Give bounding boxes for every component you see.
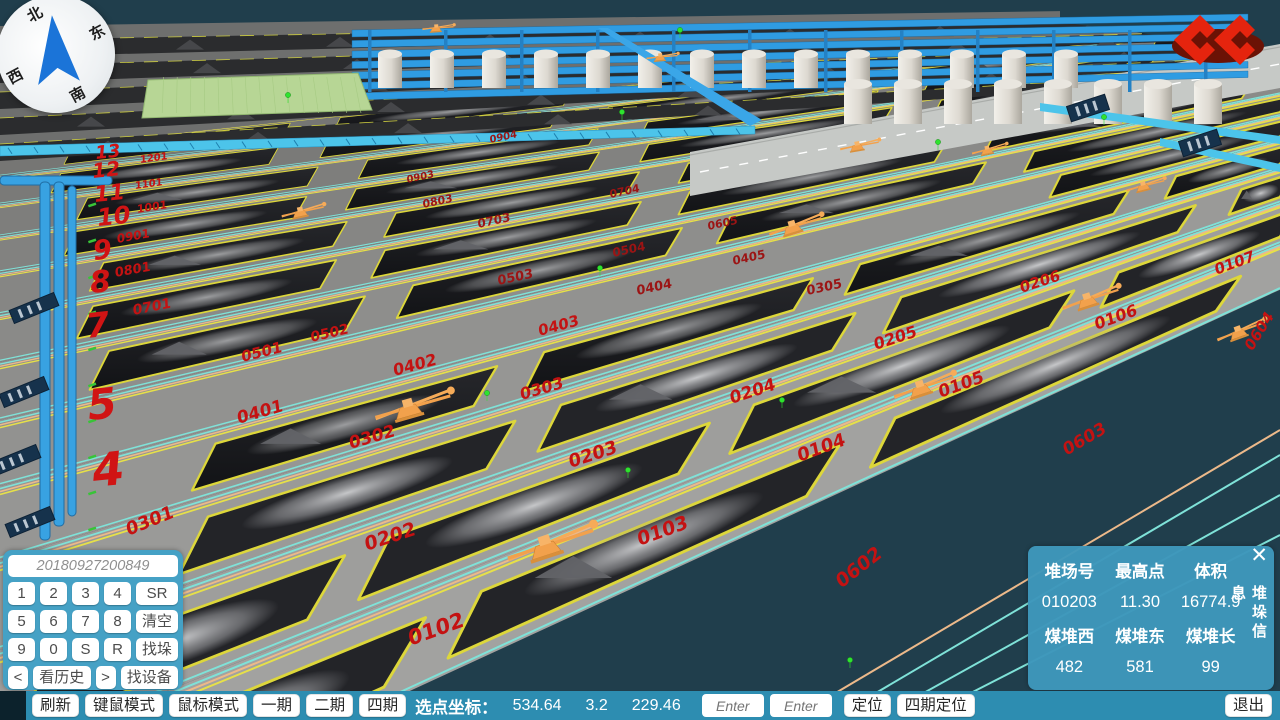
keypad-button-key-s[interactable]: S (72, 638, 99, 661)
close-icon[interactable]: ✕ (1250, 544, 1268, 568)
info-value: 581 (1126, 658, 1154, 677)
silo (894, 84, 922, 124)
silo (378, 54, 402, 88)
bottom-toolbar: 刷新键鼠模式鼠标模式一期二期四期 选点坐标： 534.64 3.2 229.46… (0, 691, 1280, 720)
info-header: 煤堆东 (1115, 623, 1165, 647)
keypad-button-history-prev-button[interactable]: < (8, 666, 28, 689)
pile-label-0602[interactable]: 0602 (832, 541, 885, 594)
green-field (142, 73, 372, 118)
status-dot (847, 657, 852, 662)
keypad-button-key-7[interactable]: 7 (72, 610, 99, 633)
compass-arrow-icon (0, 0, 121, 119)
coord-y-value: 3.2 (586, 697, 608, 715)
pile-info-side-label: 堆垛信息 (1227, 585, 1269, 657)
status-dot (677, 27, 682, 32)
pile-info-grid: 堆场号最高点体积01020311.3016774.9煤堆西煤堆东煤堆长48258… (1034, 554, 1246, 684)
exit-button[interactable]: 退出 (1225, 694, 1272, 717)
keypad-button-history-next-button[interactable]: > (96, 666, 116, 689)
status-dot (1101, 114, 1106, 119)
info-header: 煤堆西 (1045, 623, 1095, 647)
pile-info-panel: ✕ 堆场号最高点体积01020311.3016774.9煤堆西煤堆东煤堆长482… (1028, 546, 1274, 690)
keypad-button-key-6[interactable]: 6 (40, 610, 67, 633)
silo (742, 54, 766, 88)
company-logo (1168, 8, 1268, 74)
keypad-button-key-8[interactable]: 8 (104, 610, 131, 633)
coal-yard-monitoring-app: 0904090308030703050305040704060504040405… (0, 0, 1280, 720)
row-number-8: 8 (88, 264, 112, 301)
status-dot (597, 265, 602, 270)
status-dot (625, 467, 630, 472)
info-header: 体积 (1194, 558, 1227, 582)
keypad-button-clear-button[interactable]: 清空 (136, 610, 178, 633)
silo (586, 54, 610, 88)
selected-point-coords-label: 选点坐标： (415, 694, 498, 718)
pile-label-0604[interactable]: 0604 (1241, 308, 1277, 355)
keypad-button-key-9[interactable]: 9 (8, 638, 35, 661)
row-number-12: 12 (91, 156, 121, 183)
info-header: 堆场号 (1045, 558, 1095, 582)
status-dot (484, 390, 489, 395)
row-number-9: 9 (91, 234, 113, 267)
toolbar-locate-buttons: 定位四期定位 (844, 694, 975, 717)
pile-label-0603[interactable]: 0603 (1060, 418, 1109, 460)
silo (1194, 84, 1222, 124)
coord-input-2[interactable] (770, 694, 832, 717)
silo (794, 54, 818, 88)
keypad-button-key-r[interactable]: R (104, 638, 131, 661)
keypad-button-key-4[interactable]: 4 (104, 582, 131, 605)
status-dot (935, 139, 940, 144)
info-value: 482 (1056, 658, 1084, 677)
keypad-button-key-sr[interactable]: SR (136, 582, 178, 605)
keypad-button-find-device-button[interactable]: 找设备 (121, 666, 179, 689)
keypad-button-key-3[interactable]: 3 (72, 582, 99, 605)
row-number-4: 4 (89, 441, 127, 498)
locate-button[interactable]: 定位 (844, 694, 891, 717)
silo (482, 54, 506, 88)
status-dot (619, 109, 624, 114)
silo (430, 54, 454, 88)
info-value: 99 (1201, 658, 1219, 677)
coord-entry-inputs (696, 694, 832, 717)
info-header: 最高点 (1115, 558, 1165, 582)
history-timestamp-input[interactable] (8, 555, 178, 577)
keypad-button-key-0[interactable]: 0 (40, 638, 67, 661)
keypad-button-key-1[interactable]: 1 (8, 582, 35, 605)
silo (844, 84, 872, 124)
status-dot (285, 92, 290, 97)
silo (994, 84, 1022, 124)
row-number-7: 7 (84, 305, 112, 347)
keypad-button-key-5[interactable]: 5 (8, 610, 35, 633)
silo (1044, 84, 1072, 124)
info-value: 11.30 (1120, 593, 1160, 612)
refresh-button[interactable]: 刷新 (32, 694, 79, 717)
pile-search-keypad-panel: 1234SR5678清空90SR找垛<看历史>找设备 (3, 550, 183, 690)
keypad-button-find-pile-button[interactable]: 找垛 (136, 638, 178, 661)
mouse-mode-button[interactable]: 鼠标模式 (169, 694, 247, 717)
phase-4-button[interactable]: 四期 (359, 694, 406, 717)
coord-x-value: 534.64 (513, 697, 562, 715)
status-dot (779, 397, 784, 402)
phase-1-button[interactable]: 一期 (253, 694, 300, 717)
row-number-5: 5 (85, 378, 119, 430)
keyboard-mouse-mode-button[interactable]: 键鼠模式 (85, 694, 163, 717)
keypad-buttons: 1234SR5678清空90SR找垛<看历史>找设备 (8, 582, 178, 689)
info-value: 010203 (1042, 593, 1097, 612)
silo (534, 54, 558, 88)
silo (944, 84, 972, 124)
keypad-button-view-history-button[interactable]: 看历史 (33, 666, 91, 689)
keypad-button-key-2[interactable]: 2 (40, 582, 67, 605)
row-number-10: 10 (96, 201, 132, 232)
coord-z-value: 229.46 (632, 697, 681, 715)
toolbar-mode-buttons: 刷新键鼠模式鼠标模式一期二期四期 (32, 694, 406, 717)
phase-2-button[interactable]: 二期 (306, 694, 353, 717)
phase-4-locate-button[interactable]: 四期定位 (897, 694, 975, 717)
coord-input-1[interactable] (702, 694, 764, 717)
